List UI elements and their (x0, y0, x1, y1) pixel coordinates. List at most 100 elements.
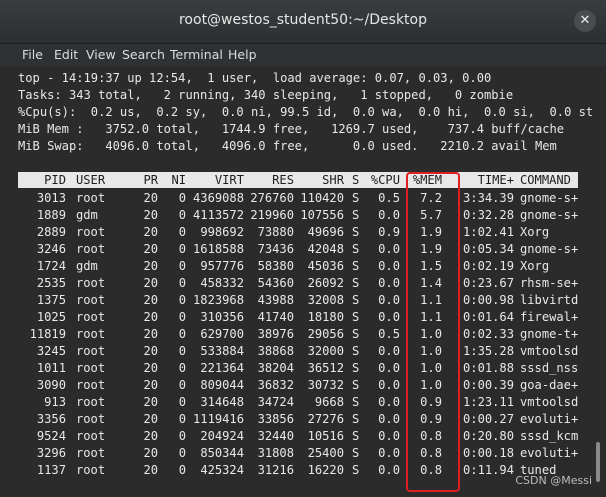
column-header-pr: PR (143, 173, 158, 187)
cell-pid: 1889 (36, 208, 66, 222)
cell-command: gnome-s+ (520, 242, 579, 256)
cell-command: gnome-s+ (520, 191, 579, 205)
cell-cpu: 0.0 (378, 208, 400, 222)
cell-time: 0:00.27 (463, 412, 514, 426)
cell-pid: 1375 (36, 293, 66, 307)
cell-shr: 107556 (300, 208, 344, 222)
cell-time: 1:02.41 (463, 225, 514, 239)
cell-user: root (76, 225, 106, 239)
cell-command: vmtoolsd (520, 344, 579, 358)
cell-res: 276760 (250, 191, 294, 205)
cell-pid: 1011 (36, 361, 66, 375)
cell-pr: 20 (143, 395, 158, 409)
cell-command: Xorg (520, 259, 550, 273)
cell-shr: 49696 (307, 225, 344, 239)
cell-pr: 20 (143, 361, 158, 375)
title-bar[interactable]: root@westos_student50:~/Desktop ✕ (0, 0, 606, 44)
cell-shr: 26092 (307, 276, 344, 290)
menu-terminal[interactable]: Terminal (170, 47, 223, 62)
cell-res: 73436 (257, 242, 294, 256)
cell-ni: 0 (178, 310, 186, 324)
cell-virt: 809044 (200, 378, 244, 392)
cell-time: 1:23.11 (463, 395, 514, 409)
cell-ni: 0 (178, 276, 186, 290)
menu-file[interactable]: File (22, 47, 43, 62)
cell-cpu: 0.0 (378, 412, 400, 426)
cell-pid: 2889 (36, 225, 66, 239)
cell-virt: 533884 (200, 344, 244, 358)
summary-mem: MiB Mem : 3752.0 total, 1744.9 free, 126… (18, 122, 565, 136)
cell-shr: 32000 (307, 344, 344, 358)
cell-command: libvirtd (520, 293, 579, 307)
cell-virt: 4369088 (193, 191, 244, 205)
cell-user: gdm (76, 208, 98, 222)
cell-cpu: 0.0 (378, 276, 400, 290)
column-header-user: USER (76, 173, 106, 187)
menu-help[interactable]: Help (228, 47, 257, 62)
cell-ni: 0 (178, 191, 186, 205)
cell-res: 54360 (257, 276, 294, 290)
cell-time: 0:20.80 (463, 429, 514, 443)
cell-command: sssd_kcm (520, 429, 579, 443)
cell-user: root (76, 412, 106, 426)
cell-pr: 20 (143, 293, 158, 307)
cell-ni: 0 (178, 327, 186, 341)
cell-cpu: 0.0 (378, 242, 400, 256)
cell-shr: 45036 (307, 259, 344, 273)
cell-ni: 0 (178, 208, 186, 222)
cell-pid: 3245 (36, 344, 66, 358)
cell-command: gnome-t+ (520, 327, 579, 341)
cell-ni: 0 (178, 463, 186, 477)
cell-command: firewal+ (520, 310, 579, 324)
cell-cpu: 0.0 (378, 395, 400, 409)
cell-user: gdm (76, 259, 98, 273)
cell-pr: 20 (143, 259, 158, 273)
cell-ni: 0 (178, 446, 186, 460)
cell-virt: 221364 (200, 361, 244, 375)
cell-pid: 3013 (36, 191, 66, 205)
cell-pr: 20 (143, 429, 158, 443)
cell-res: 38976 (257, 327, 294, 341)
close-icon[interactable]: ✕ (574, 10, 596, 32)
cell-cpu: 0.0 (378, 378, 400, 392)
menu-search[interactable]: Search (122, 47, 165, 62)
cell-virt: 204924 (200, 429, 244, 443)
cell-user: root (76, 361, 106, 375)
cell-pr: 20 (143, 327, 158, 341)
cell-user: root (76, 276, 106, 290)
cell-user: root (76, 344, 106, 358)
cell-res: 31216 (257, 463, 294, 477)
cell-cpu: 0.5 (378, 191, 400, 205)
cell-virt: 850344 (200, 446, 244, 460)
terminal-window: root@westos_student50:~/Desktop ✕ File E… (0, 0, 606, 497)
cell-ni: 0 (178, 429, 186, 443)
cell-cpu: 0.0 (378, 463, 400, 477)
cell-res: 36832 (257, 378, 294, 392)
menu-edit[interactable]: Edit (54, 47, 78, 62)
cell-pr: 20 (143, 242, 158, 256)
cell-virt: 314648 (200, 395, 244, 409)
scrollbar[interactable] (596, 442, 600, 482)
cell-user: root (76, 293, 106, 307)
cell-time: 0:02.33 (463, 327, 514, 341)
column-header-time: TIME+ (477, 173, 514, 187)
cell-time: 0:32.28 (463, 208, 514, 222)
cell-ni: 0 (178, 259, 186, 273)
cell-cpu: 0.0 (378, 310, 400, 324)
cell-shr: 9668 (314, 395, 344, 409)
cell-pid: 3296 (36, 446, 66, 460)
cell-pid: 11819 (29, 327, 66, 341)
cell-shr: 36512 (307, 361, 344, 375)
cell-command: Xorg (520, 225, 550, 239)
menu-view[interactable]: View (86, 47, 116, 62)
cell-pr: 20 (143, 378, 158, 392)
cell-user: root (76, 191, 106, 205)
cell-pr: 20 (143, 344, 158, 358)
cell-command: sssd_nss (520, 361, 579, 375)
cell-virt: 629700 (200, 327, 244, 341)
cell-command: vmtoolsd (520, 395, 579, 409)
cell-pr: 20 (143, 208, 158, 222)
cell-time: 0:01.64 (463, 310, 514, 324)
column-header-res: RES (272, 173, 294, 187)
cell-user: root (76, 429, 106, 443)
